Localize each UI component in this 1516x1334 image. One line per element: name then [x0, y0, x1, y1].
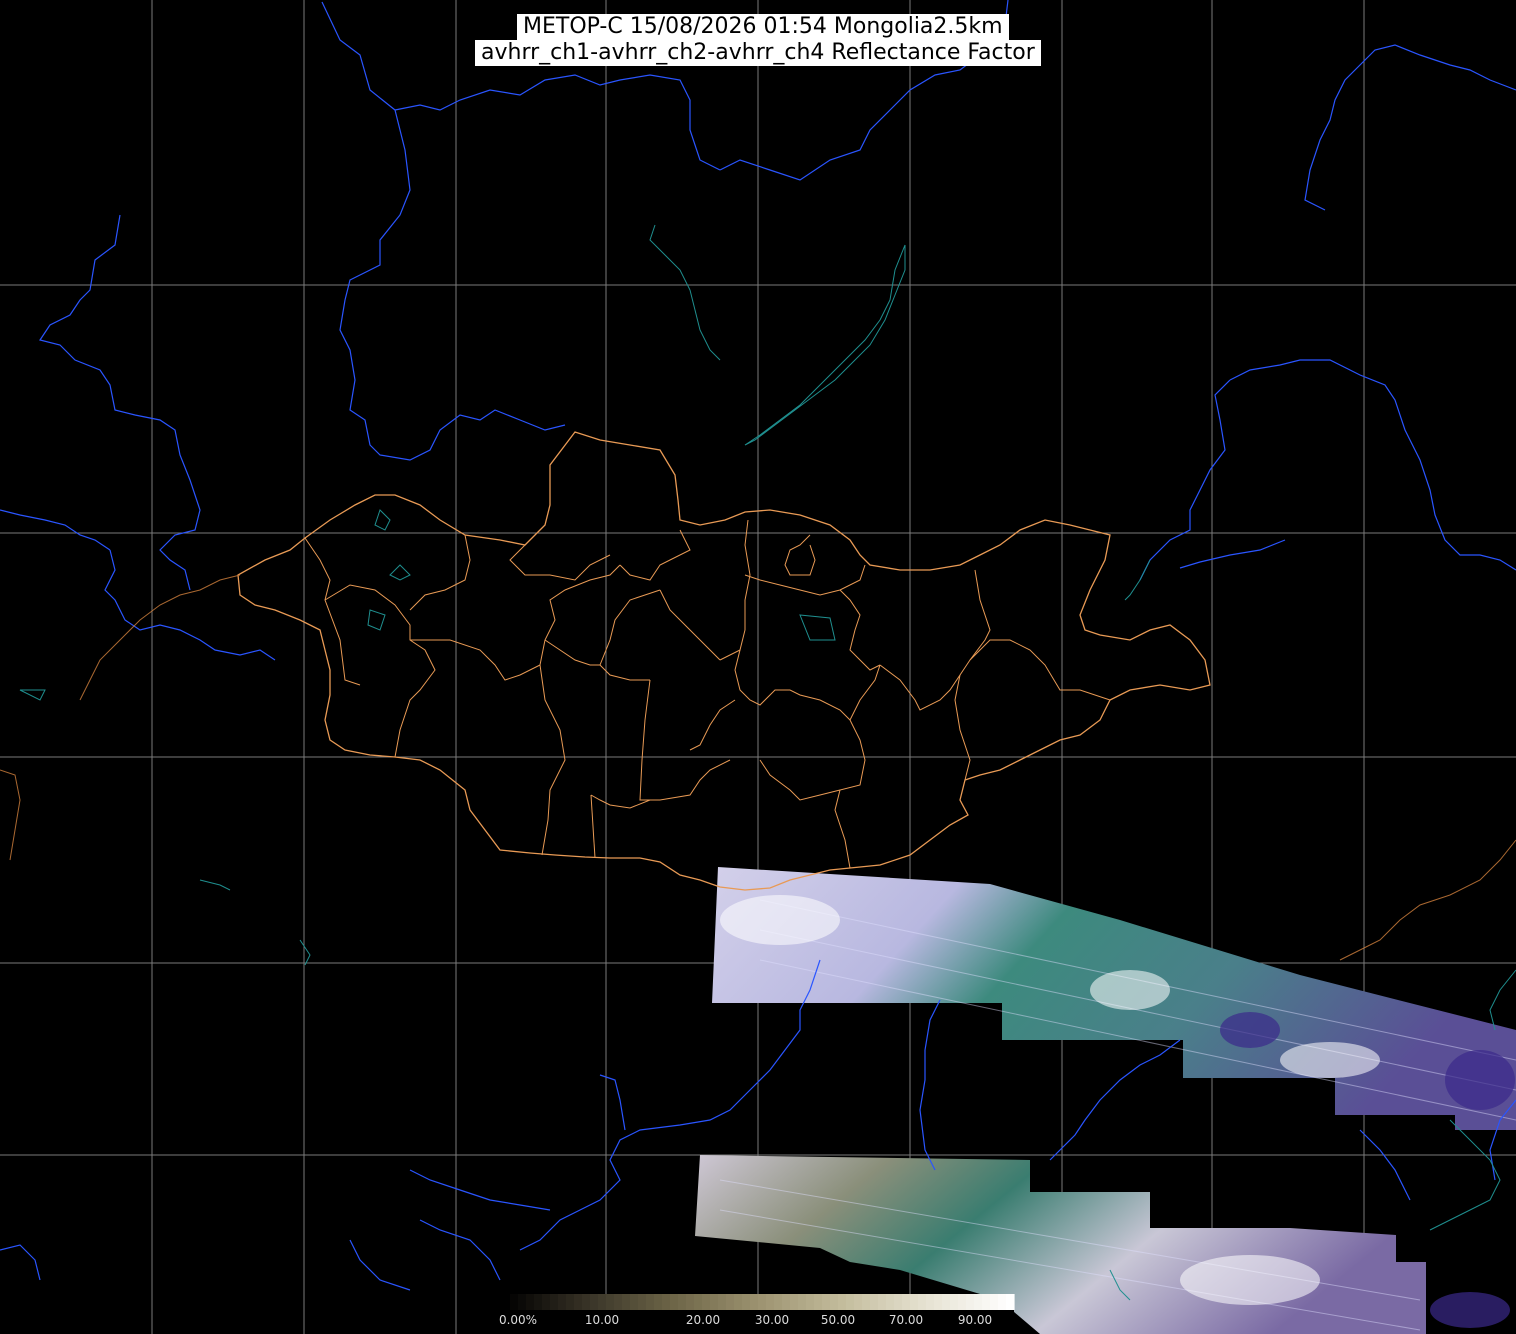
colorbar-swatch [550, 1294, 559, 1310]
colorbar-swatch [894, 1294, 903, 1310]
colorbar-swatch [734, 1294, 743, 1310]
colorbar-swatch [998, 1294, 1007, 1310]
colorbar-swatch [1006, 1294, 1015, 1310]
colorbar-tick-label: 50.00 [821, 1313, 855, 1327]
colorbar-swatch [742, 1294, 751, 1310]
colorbar-swatch [630, 1294, 639, 1310]
colorbar-tick-label: 20.00 [686, 1313, 720, 1327]
colorbar-swatch [926, 1294, 935, 1310]
colorbar-swatch [982, 1294, 991, 1310]
colorbar-swatch [942, 1294, 951, 1310]
colorbar-swatch [782, 1294, 791, 1310]
lakes-coast [19, 224, 1516, 1301]
colorbar-swatch [886, 1294, 895, 1310]
colorbar-swatch [878, 1294, 887, 1310]
colorbar-swatch [814, 1294, 823, 1310]
colorbar-swatch [822, 1294, 831, 1310]
colorbar-swatch [966, 1294, 975, 1310]
colorbar-swatch [654, 1294, 663, 1310]
colorbar-swatch [910, 1294, 919, 1310]
colorbar-swatch [806, 1294, 815, 1310]
colorbar-swatch [542, 1294, 551, 1310]
colorbar-swatch [686, 1294, 695, 1310]
colorbar-swatch [830, 1294, 839, 1310]
colorbar-swatch [726, 1294, 735, 1310]
map-canvas: 0.00% 10.00 20.00 30.00 50.00 70.00 90.00 [0, 0, 1516, 1334]
colorbar-swatch [846, 1294, 855, 1310]
colorbar-swatch [678, 1294, 687, 1310]
colorbar-swatch [718, 1294, 727, 1310]
colorbar-swatch [918, 1294, 927, 1310]
colorbar-swatch [838, 1294, 847, 1310]
colorbar-swatch [558, 1294, 567, 1310]
colorbar-swatch [766, 1294, 775, 1310]
colorbar-swatch [518, 1294, 527, 1310]
colorbar-swatch [670, 1294, 679, 1310]
colorbar-swatch [646, 1294, 655, 1310]
colorbar-swatch [638, 1294, 647, 1310]
colorbar-swatch [950, 1294, 959, 1310]
satellite-swath-imagery [695, 867, 1516, 1334]
colorbar-swatch [934, 1294, 943, 1310]
colorbar-swatch [750, 1294, 759, 1310]
colorbar-swatch [534, 1294, 543, 1310]
national-border-mongolia [237, 431, 1211, 891]
map-title-line2: avhrr_ch1-avhrr_ch2-avhrr_ch4 Reflectanc… [475, 40, 1041, 66]
graticule-grid [0, 0, 1516, 1334]
colorbar-swatch [526, 1294, 535, 1310]
map-title-line1: METOP-C 15/08/2026 01:54 Mongolia2.5km [517, 14, 1009, 40]
colorbar-swatch [566, 1294, 575, 1310]
reflectance-colorbar: 0.00% 10.00 20.00 30.00 50.00 70.00 90.00 [499, 1294, 1015, 1334]
colorbar-swatch [710, 1294, 719, 1310]
colorbar-swatch [862, 1294, 871, 1310]
colorbar-swatch [510, 1294, 519, 1310]
colorbar-swatch [854, 1294, 863, 1310]
colorbar-tick-label: 10.00 [585, 1313, 619, 1327]
colorbar-tick-label: 90.00 [958, 1313, 992, 1327]
colorbar-swatch [974, 1294, 983, 1310]
colorbar-swatch [702, 1294, 711, 1310]
colorbar-swatch [902, 1294, 911, 1310]
colorbar-tick-label: 70.00 [889, 1313, 923, 1327]
colorbar-swatch [774, 1294, 783, 1310]
colorbar-swatch [790, 1294, 799, 1310]
colorbar-swatch [574, 1294, 583, 1310]
colorbar-swatch [958, 1294, 967, 1310]
colorbar-swatch [590, 1294, 599, 1310]
province-borders [304, 519, 1111, 869]
colorbar-swatch [694, 1294, 703, 1310]
colorbar-swatch [598, 1294, 607, 1310]
colorbar-swatch [606, 1294, 615, 1310]
colorbar-swatch [614, 1294, 623, 1310]
colorbar-swatch [990, 1294, 999, 1310]
colorbar-swatch [502, 1294, 511, 1310]
colorbar-swatch [870, 1294, 879, 1310]
colorbar-swatch [582, 1294, 591, 1310]
colorbar-tick-label: 30.00 [755, 1313, 789, 1327]
colorbar-swatch [798, 1294, 807, 1310]
colorbar-tick-label: 0.00% [499, 1313, 537, 1327]
colorbar-swatch [622, 1294, 631, 1310]
colorbar-swatch [758, 1294, 767, 1310]
colorbar-swatch [662, 1294, 671, 1310]
